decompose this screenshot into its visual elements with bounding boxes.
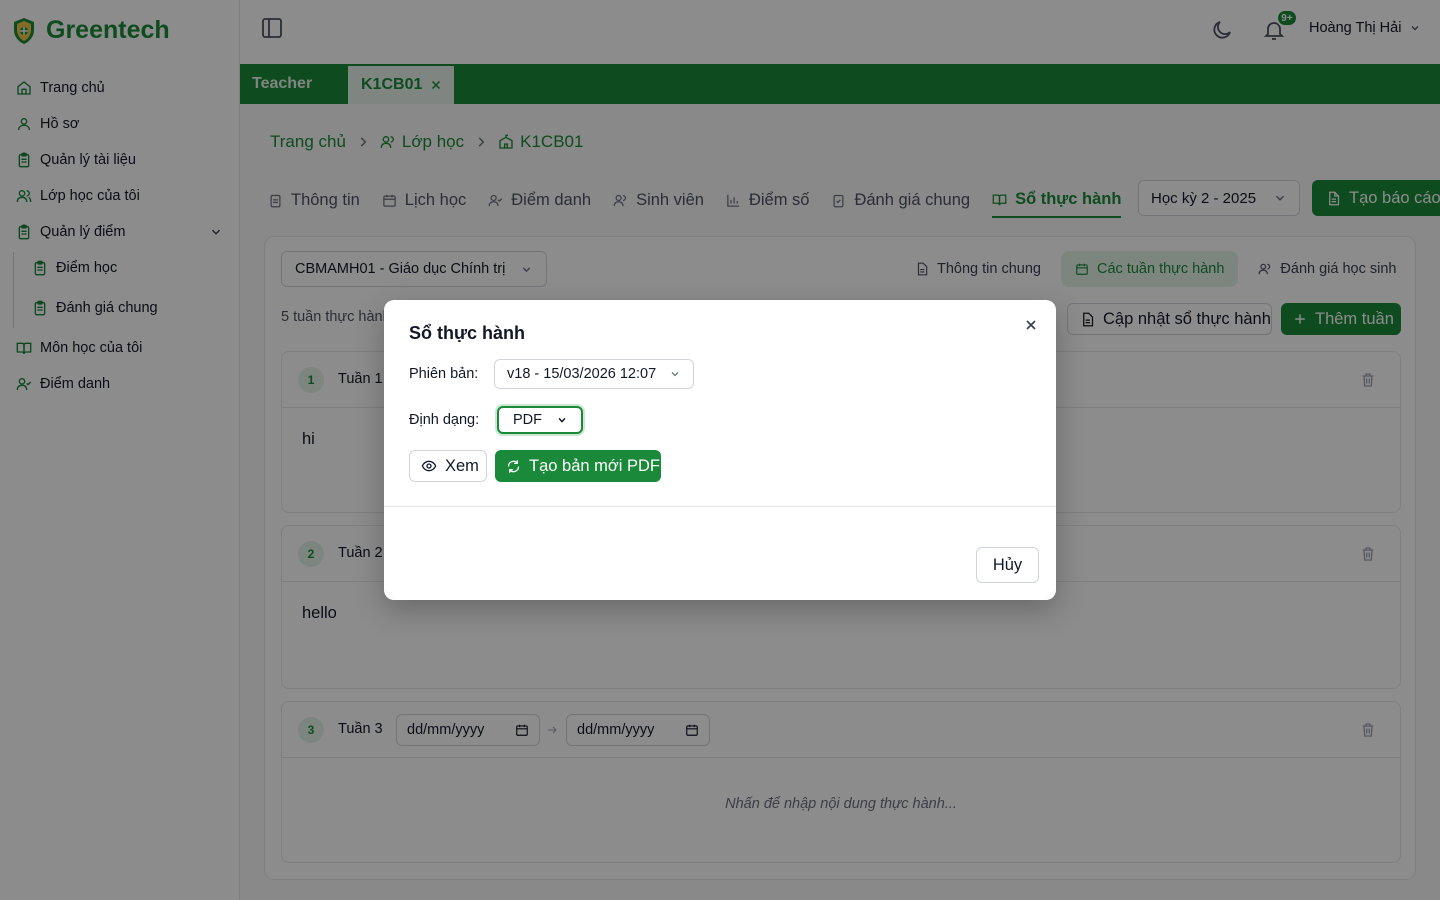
export-dialog: Sổ thực hành Phiên bản: v18 - 15/03/2026… [384,300,1056,600]
version-value: v18 - 15/03/2026 12:07 [507,366,657,382]
format-select[interactable]: PDF [497,406,583,434]
format-label: Định dạng: [409,412,480,428]
chevron-down-icon [558,417,566,423]
button-label: Hủy [992,555,1023,574]
create-new-pdf-button[interactable]: Tạo bản mới PDF [495,450,661,482]
version-label: Phiên bản: [409,366,479,382]
view-button[interactable]: Xem [409,450,487,482]
chevron-down-icon [671,372,679,377]
button-label: Tạo bản mới PDF [529,456,660,475]
version-select[interactable]: v18 - 15/03/2026 12:07 [494,359,694,389]
dialog-divider [384,506,1056,507]
format-value: PDF [513,412,542,428]
close-icon[interactable] [1023,317,1039,333]
button-label: Xem [445,456,479,475]
eye-icon [421,460,437,472]
refresh-icon [507,459,520,473]
cancel-button[interactable]: Hủy [976,547,1039,583]
dialog-title: Sổ thực hành [409,323,526,343]
